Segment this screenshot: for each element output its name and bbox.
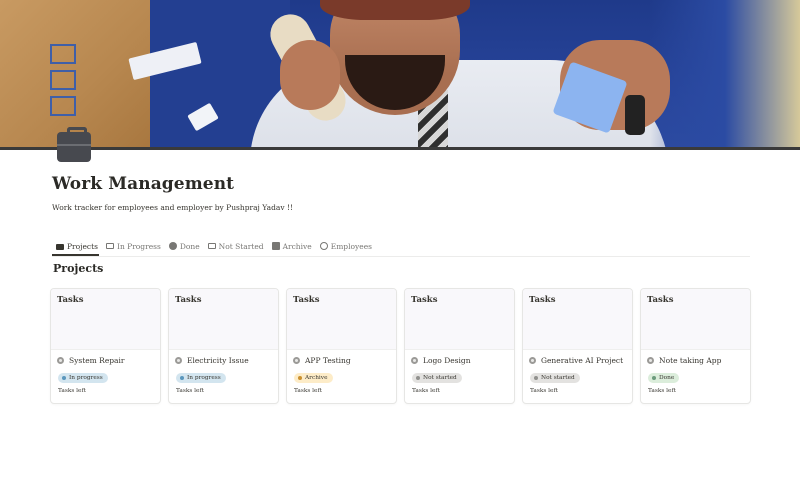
tabs-divider: [52, 256, 750, 257]
tasks-left-label: Tasks left: [58, 388, 86, 394]
section-heading[interactable]: Projects: [53, 262, 103, 275]
tab-label: Done: [179, 241, 200, 251]
tab-label: Employees: [330, 241, 372, 251]
card-name-row: Logo Design: [411, 356, 471, 365]
cover-turban: [320, 0, 470, 20]
status-label: Not started: [541, 375, 575, 381]
monitor-icon: [207, 243, 216, 249]
tab-done[interactable]: Done: [165, 239, 204, 253]
view-tabs: Projects In Progress Done Not Started Ar…: [52, 239, 376, 257]
page-subtitle[interactable]: Work tracker for employees and employer …: [52, 203, 293, 212]
card-name: Note taking App: [659, 356, 722, 365]
card-preview: Tasks: [405, 289, 514, 350]
project-card[interactable]: Tasks Note taking App Done Tasks left: [640, 288, 751, 404]
status-label: Archive: [305, 375, 328, 381]
project-gallery: Tasks System Repair In progress Tasks le…: [50, 288, 751, 404]
tab-projects[interactable]: Projects: [52, 239, 102, 253]
tasks-left-label: Tasks left: [648, 388, 676, 394]
project-card[interactable]: Tasks Electricity Issue In progress Task…: [168, 288, 279, 404]
tab-label: Projects: [67, 241, 98, 251]
project-icon: [411, 357, 418, 364]
tab-label: Archive: [282, 241, 312, 251]
card-name-row: Note taking App: [647, 356, 721, 365]
card-preview-title: Tasks: [175, 295, 202, 305]
cover-edge: [0, 147, 800, 150]
project-icon: [647, 357, 654, 364]
status-badge: In progress: [176, 373, 226, 383]
card-preview: Tasks: [51, 289, 160, 350]
card-preview-title: Tasks: [57, 295, 84, 305]
card-name-row: APP Testing: [293, 356, 351, 365]
status-badge: In progress: [58, 373, 108, 383]
status-label: Not started: [423, 375, 457, 381]
status-badge: Not started: [412, 373, 462, 383]
status-dot: [180, 376, 184, 380]
cover-watch: [625, 95, 645, 135]
status-badge: Archive: [294, 373, 333, 383]
tab-employees[interactable]: Employees: [316, 239, 376, 253]
status-dot: [416, 376, 420, 380]
status-dot: [298, 376, 302, 380]
card-preview: Tasks: [169, 289, 278, 350]
cover-hand: [280, 40, 340, 110]
card-name-row: Electricity Issue: [175, 356, 249, 365]
archive-icon: [271, 242, 280, 250]
status-dot: [62, 376, 66, 380]
project-icon: [175, 357, 182, 364]
tab-in-progress[interactable]: In Progress: [102, 239, 165, 253]
status-badge: Not started: [530, 373, 580, 383]
project-icon: [57, 357, 64, 364]
project-icon: [529, 357, 536, 364]
status-label: Done: [659, 375, 675, 381]
card-preview-title: Tasks: [411, 295, 438, 305]
card-preview: Tasks: [287, 289, 396, 350]
card-name: Generative AI Project: [541, 356, 624, 365]
tab-archive[interactable]: Archive: [268, 239, 316, 253]
folder-icon: [56, 243, 64, 250]
project-icon: [293, 357, 300, 364]
tasks-left-label: Tasks left: [412, 388, 440, 394]
status-badge: Done: [648, 373, 680, 383]
card-name: Logo Design: [423, 356, 471, 365]
card-name-row: System Repair: [57, 356, 125, 365]
page-title[interactable]: Work Management: [52, 174, 234, 194]
card-name-row: Generative AI Project: [529, 356, 623, 365]
card-preview: Tasks: [641, 289, 750, 350]
project-card[interactable]: Tasks APP Testing Archive Tasks left: [286, 288, 397, 404]
status-label: In progress: [69, 375, 103, 381]
card-preview-title: Tasks: [647, 295, 674, 305]
tasks-left-label: Tasks left: [176, 388, 204, 394]
card-preview: Tasks: [523, 289, 632, 350]
project-card[interactable]: Tasks System Repair In progress Tasks le…: [50, 288, 161, 404]
project-card[interactable]: Tasks Generative AI Project Not started …: [522, 288, 633, 404]
tab-label: Not Started: [218, 241, 264, 251]
card-name: Electricity Issue: [187, 356, 249, 365]
tasks-left-label: Tasks left: [294, 388, 322, 394]
card-preview-title: Tasks: [529, 295, 556, 305]
tab-label: In Progress: [116, 241, 161, 251]
project-card[interactable]: Tasks Logo Design Not started Tasks left: [404, 288, 515, 404]
tab-not-started[interactable]: Not Started: [204, 239, 268, 253]
status-dot: [534, 376, 538, 380]
cover-background: [650, 0, 800, 150]
status-label: In progress: [187, 375, 221, 381]
tasks-left-label: Tasks left: [530, 388, 558, 394]
briefcase-icon[interactable]: [57, 127, 91, 162]
card-name: System Repair: [69, 356, 125, 365]
status-dot: [652, 376, 656, 380]
check-circle-icon: [168, 242, 177, 250]
cover-image: [0, 0, 800, 150]
monitor-icon: [105, 243, 114, 249]
card-preview-title: Tasks: [293, 295, 320, 305]
card-name: APP Testing: [305, 356, 351, 365]
user-circle-icon: [319, 242, 328, 250]
